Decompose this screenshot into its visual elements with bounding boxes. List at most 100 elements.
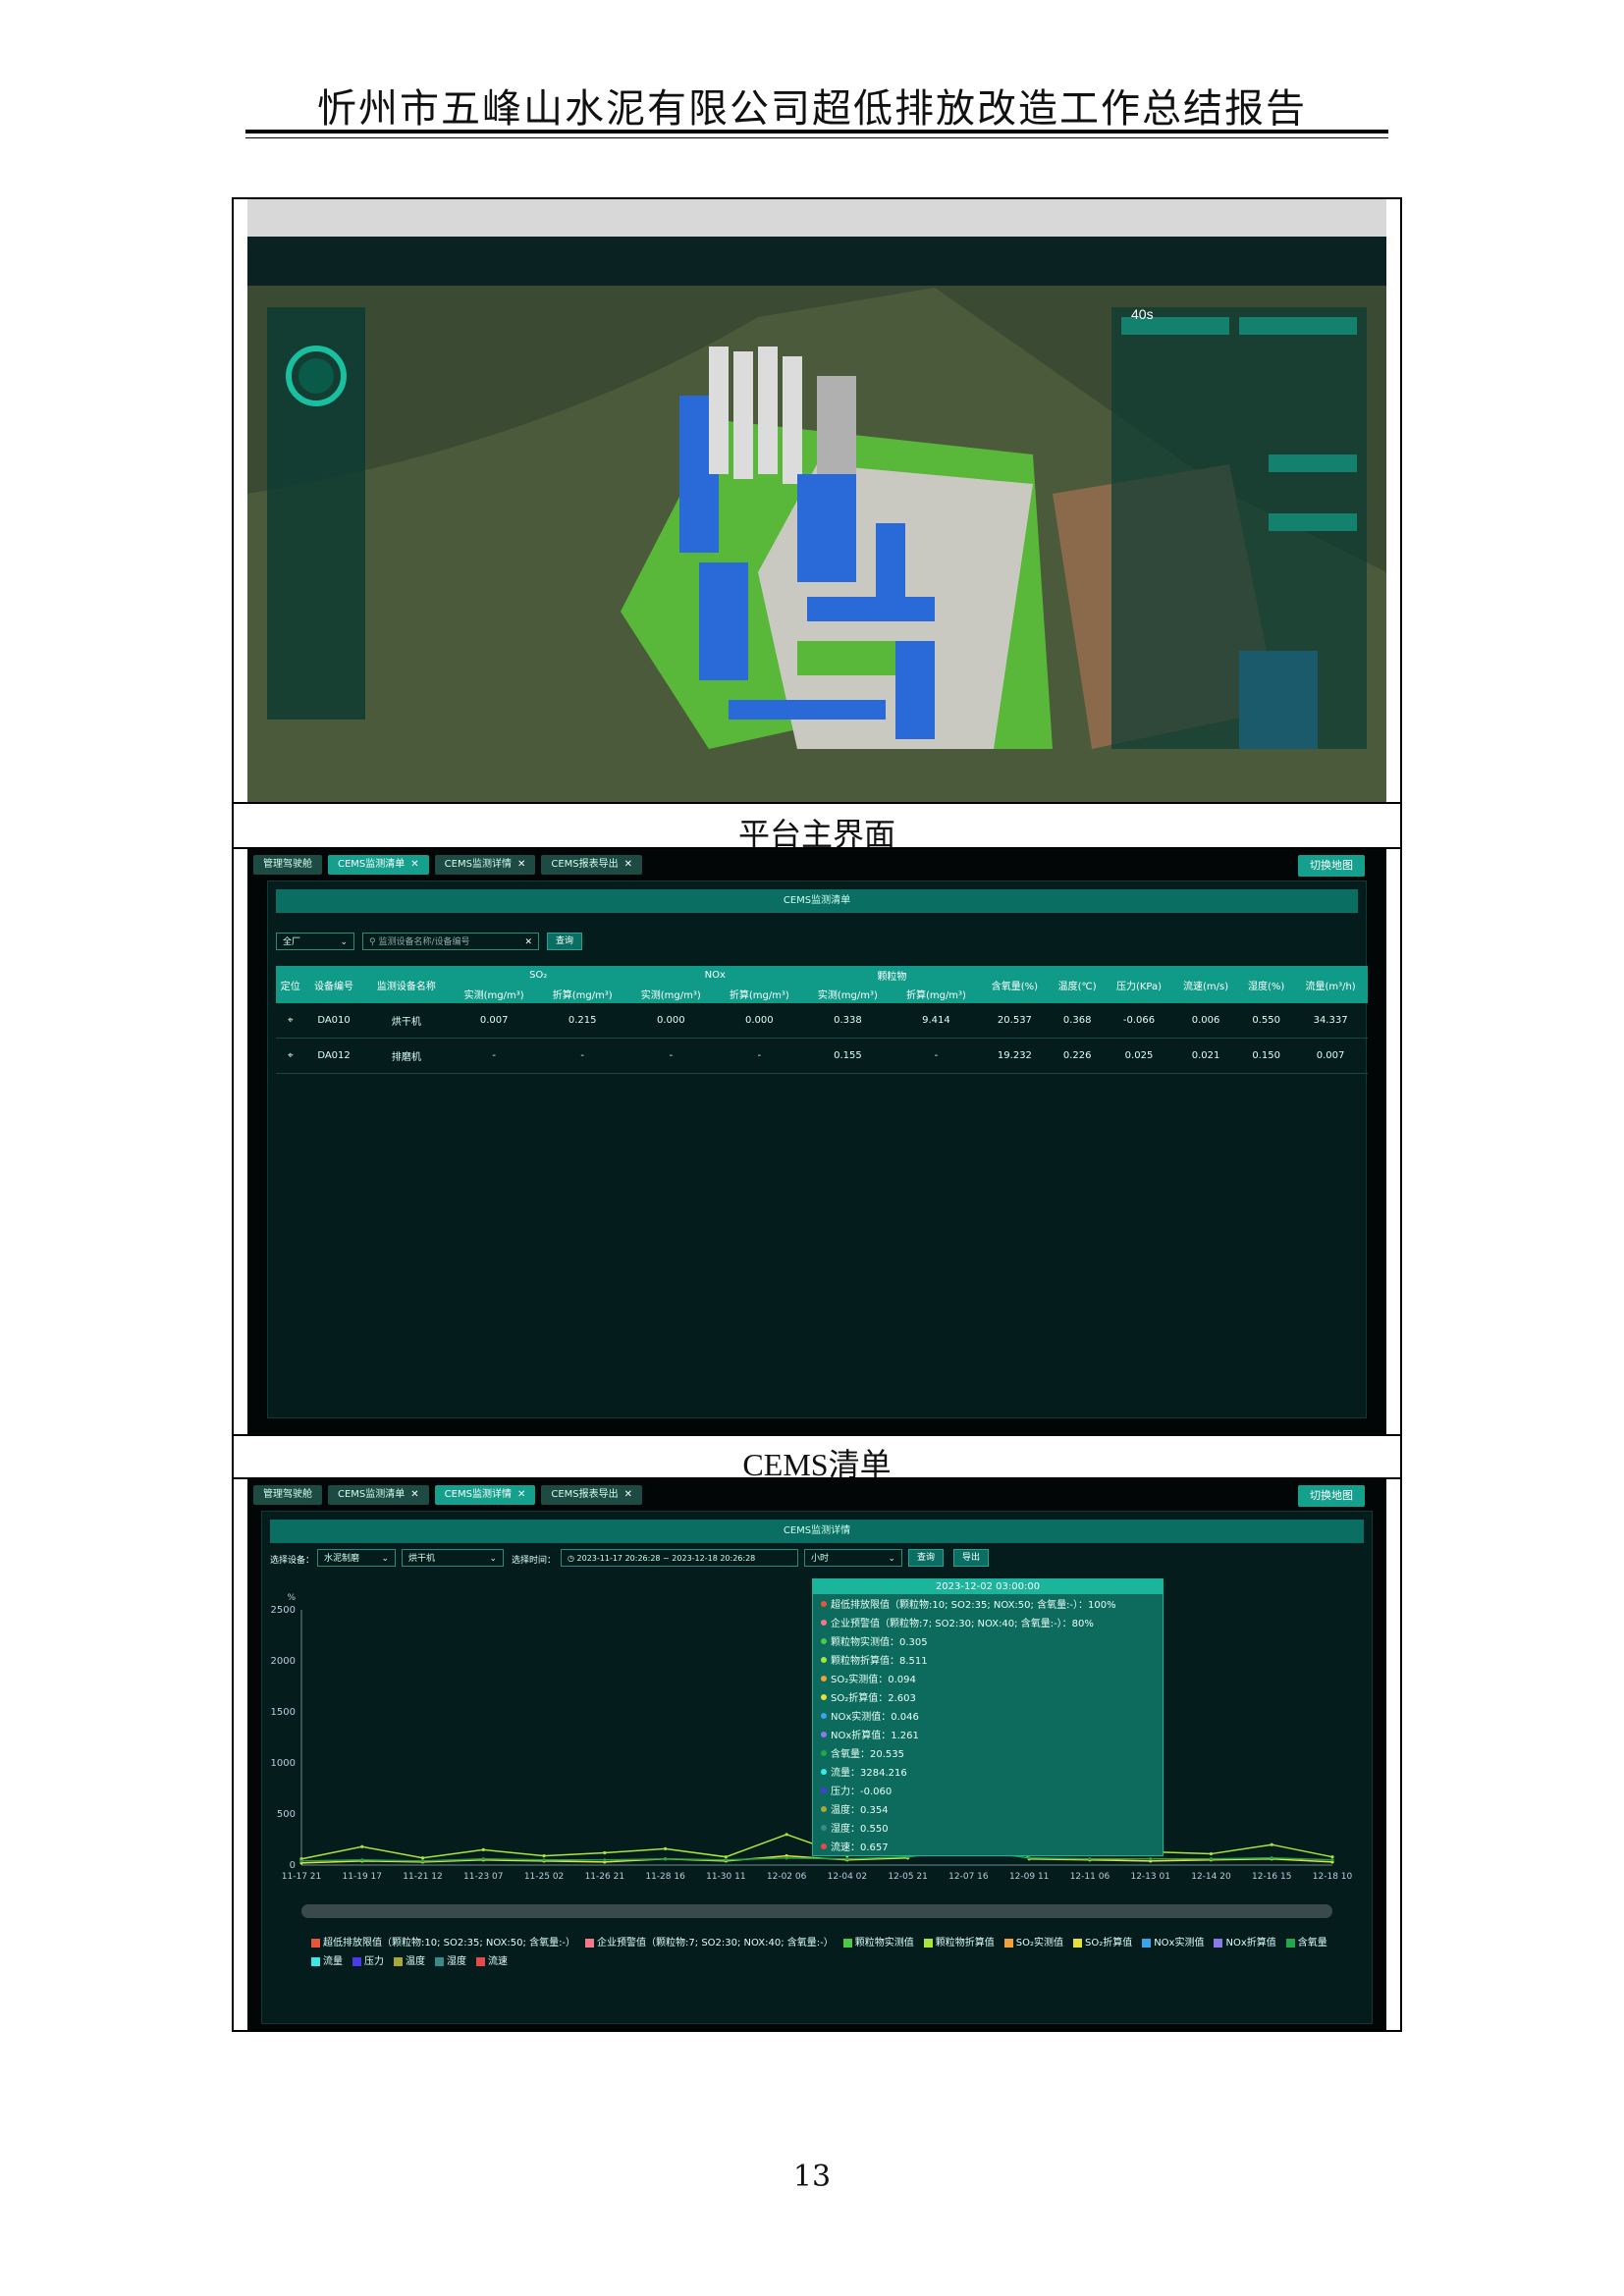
x-tick-label: 11-30 11 [706, 1872, 745, 1882]
header-rule-thick [245, 130, 1388, 133]
x-tick-label: 12-14 20 [1191, 1872, 1231, 1882]
switch-map-button[interactable]: 切换地图 [1298, 855, 1365, 877]
switch-map-button[interactable]: 切换地图 [1298, 1485, 1365, 1507]
tooltip-row: SO₂实测值：0.094 [813, 1669, 1163, 1687]
series-point [603, 1850, 607, 1855]
legend-item[interactable]: 颗粒物实测值 [842, 1934, 914, 1949]
col-header: 监测设备名称 [362, 966, 451, 1003]
query-button[interactable]: 查询 [908, 1549, 945, 1567]
tab-cems-export[interactable]: CEMS报表导出 ✕ [541, 1485, 643, 1505]
y-tick-label: 500 [277, 1809, 296, 1820]
legend-item[interactable]: 流量 [311, 1952, 343, 1967]
series-point [785, 1856, 788, 1860]
tooltip-row: NOx折算值：1.261 [813, 1725, 1163, 1743]
x-tick-label: 12-18 10 [1313, 1872, 1353, 1882]
y-tick-label: 2000 [271, 1656, 296, 1667]
series-point [1149, 1857, 1153, 1861]
legend-item[interactable]: 超低排放限值（颗粒物:10; SO2:35; NOX:50; 含氧量:-） [311, 1934, 575, 1949]
series-point [1270, 1856, 1273, 1860]
legend-item[interactable]: SO₂实测值 [1003, 1934, 1063, 1949]
col-header: 温度(℃) [1049, 966, 1106, 1003]
header-rule-thin [245, 137, 1388, 138]
x-tick-label: 11-25 02 [524, 1872, 564, 1882]
tab-cems-detail[interactable]: CEMS监测详情 ✕ [434, 1485, 536, 1505]
tooltip-row: 流量：3284.216 [813, 1762, 1163, 1781]
time-label: 选择时间： [512, 1556, 557, 1566]
x-tick-label: 11-26 21 [585, 1872, 624, 1882]
row-rule [234, 802, 1400, 804]
col-header: 压力(KPa) [1105, 966, 1172, 1003]
tab-cockpit[interactable]: 管理驾驶舱 [253, 1485, 322, 1505]
x-tick-label: 12-07 16 [948, 1872, 989, 1882]
legend-item[interactable]: NOx实测值 [1142, 1934, 1204, 1949]
tooltip-row: 颗粒物实测值：0.305 [813, 1631, 1163, 1650]
cems-detail-panel: CEMS监测详情 选择设备： 水泥制磨 ⌄ 烘干机 ⌄ 选择时间： ◷ 2023-1… [261, 1511, 1373, 2024]
x-tick-label: 11-17 21 [282, 1872, 321, 1882]
export-button[interactable]: 导出 [953, 1549, 990, 1567]
x-tick-label: 11-19 17 [343, 1872, 382, 1882]
location-pin-icon[interactable]: ⌖ [276, 1038, 305, 1074]
zoom-scrollbar[interactable] [301, 1904, 1332, 1918]
close-icon: ✕ [410, 859, 419, 870]
tab-bar: 管理驾驶舱 CEMS监测清单 ✕ CEMS监测详情 ✕ CEMS报表导出 ✕ [253, 855, 643, 877]
legend-swatch [842, 1938, 852, 1948]
legend-item[interactable]: SO₂折算值 [1072, 1934, 1132, 1949]
search-input[interactable]: ⚲ 监测设备名称/设备编号 ✕ [362, 933, 539, 950]
device-select-1[interactable]: 水泥制磨 ⌄ [317, 1549, 396, 1567]
cems-list-panel: CEMS监测清单 全厂 ⌄ ⚲ 监测设备名称/设备编号 ✕ 查询 定位 设备编号 监… [267, 881, 1368, 1418]
series-dot-icon [821, 1656, 827, 1663]
series-point [663, 1857, 668, 1861]
time-range-picker[interactable]: ◷ 2023-11-17 20:26:28 ~ 2023-12-18 20:26… [561, 1549, 798, 1567]
close-icon: ✕ [516, 859, 526, 870]
col-header: 定位 [276, 966, 305, 1003]
tab-cems-list[interactable]: CEMS监测清单 ✕ [328, 1485, 429, 1505]
legend-swatch [585, 1938, 595, 1948]
series-dot-icon [821, 1749, 827, 1756]
legend-item[interactable]: 颗粒物折算值 [923, 1934, 995, 1949]
tab-cems-detail[interactable]: CEMS监测详情 ✕ [434, 855, 536, 875]
location-pin-icon[interactable]: ⌖ [276, 1003, 305, 1039]
group-header: SO₂ [450, 966, 627, 985]
device-select-2[interactable]: 烘干机 ⌄ [402, 1549, 504, 1567]
series-dot-icon [821, 1637, 827, 1644]
legend-item[interactable]: NOx折算值 [1214, 1934, 1276, 1949]
granularity-select[interactable]: 小时 ⌄ [804, 1549, 902, 1567]
legend-item[interactable]: 流速 [476, 1952, 508, 1967]
x-tick-label: 12-05 21 [888, 1872, 927, 1882]
cems-detail-screen: 管理驾驶舱 CEMS监测清单 ✕ CEMS监测详情 ✕ CEMS报表导出 ✕ 切换地图… [247, 1479, 1386, 2030]
legend-swatch [311, 1938, 320, 1948]
panel-title: CEMS监测详情 [270, 1520, 1364, 1543]
series-point [1330, 1858, 1334, 1862]
chevron-down-icon: ⌄ [888, 1554, 895, 1564]
legend-item[interactable]: 温度 [394, 1952, 425, 1967]
legend-item[interactable]: 湿度 [435, 1952, 466, 1967]
series-point [1209, 1857, 1214, 1861]
series-dot-icon [821, 1842, 827, 1849]
scope-select[interactable]: 全厂 ⌄ [276, 933, 354, 950]
query-button[interactable]: 查询 [547, 933, 583, 950]
tab-cems-list[interactable]: CEMS监测清单 ✕ [328, 855, 429, 875]
legend-item[interactable]: 压力 [352, 1952, 384, 1967]
figure-table: 40s 平台主界面 管理驾驶舱 CEMS监测清单 ✕ CEMS监测详情 ✕ CEMS… [232, 197, 1402, 2032]
series-point [785, 1833, 788, 1837]
col-header: 实测(mg/m³) [803, 985, 893, 1003]
legend-swatch [394, 1956, 403, 1966]
series-point [845, 1857, 849, 1861]
legend-item[interactable]: 企业预警值（颗粒物:7; SO2:30; NOX:40; 含氧量:-） [585, 1934, 834, 1949]
row-rule [234, 1434, 1400, 1436]
legend-item[interactable]: 含氧量 [1285, 1934, 1327, 1949]
table-row[interactable]: ⌖ DA012 排磨机 -- -- 0.155- 19.232 0.226 0.02… [276, 1038, 1368, 1074]
series-point [360, 1858, 364, 1862]
series-dot-icon [821, 1619, 827, 1626]
tooltip-row: 超低排放限值（颗粒物:10; SO2:35; NOX:50; 含氧量:-）：10… [813, 1594, 1163, 1613]
chart-tooltip: 2023-12-02 03:00:00 超低排放限值（颗粒物:10; SO2:3… [812, 1578, 1164, 1856]
x-tick-label: 12-09 11 [1009, 1872, 1049, 1882]
series-dot-icon [821, 1712, 827, 1719]
y-axis-unit: % [287, 1593, 296, 1603]
tab-cockpit[interactable]: 管理驾驶舱 [253, 855, 322, 875]
x-tick-label: 11-23 07 [463, 1872, 503, 1882]
series-dot-icon [821, 1731, 827, 1737]
tab-cems-export[interactable]: CEMS报表导出 ✕ [541, 855, 643, 875]
series-dot-icon [821, 1768, 827, 1775]
table-row[interactable]: ⌖ DA010 烘干机 0.007 0.215 0.000 0.000 0.338 9.… [276, 1003, 1368, 1039]
